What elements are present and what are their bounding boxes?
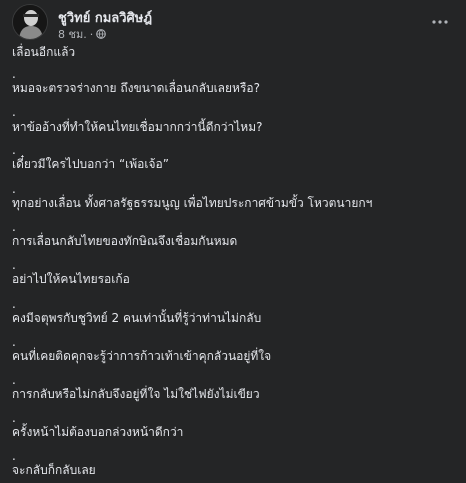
- post-dot: .: [12, 67, 16, 81]
- post-line: หาข้ออ้างที่ทำให้คนไทยเชื่อมากกว่านี้ดีก…: [12, 120, 263, 134]
- post-dot: .: [12, 411, 16, 425]
- more-options-button[interactable]: [428, 12, 452, 32]
- post-line: การกลับหรือไม่กลับจึงอยู่ที่ใจ ไม่ใช่ไฟย…: [12, 387, 260, 401]
- post-dot: .: [12, 220, 16, 234]
- post-line: คนที่เคยติดคุกจะรู้ว่าการก้าวเท้าเข้าคุก…: [12, 349, 272, 363]
- post-time[interactable]: 8 ชม.: [58, 25, 87, 43]
- post-dot: .: [12, 335, 16, 349]
- post-dot: .: [12, 373, 16, 387]
- profile-photo: [13, 5, 47, 39]
- post-meta: 8 ชม. ·: [58, 25, 107, 43]
- post-header: ชูวิทย์ กมลวิศิษฎ์ 8 ชม. ·: [0, 0, 466, 44]
- post-dot: .: [12, 143, 16, 157]
- post-line: จะกลับก็กลับเลย: [12, 463, 96, 477]
- post-line: ทุกอย่างเลื่อน ทั้งศาลรัฐธรรมนูญ เพื่อไท…: [12, 196, 373, 210]
- post-dot: .: [12, 258, 16, 272]
- post-dot: .: [12, 182, 16, 196]
- post-dot: .: [12, 297, 16, 311]
- post-line: หมอจะตรวจร่างกาย ถึงขนาดเลื่อนกลับเลยหรื…: [12, 81, 260, 95]
- post-line: เลื่อนอีกแล้ว: [12, 45, 76, 59]
- post-line: การเลื่อนกลับไทยของทักษิณจึงเชื่อมกันหมด: [12, 234, 238, 248]
- post-dot: .: [12, 449, 16, 463]
- post-line: คงมีจตุพรกับชูวิทย์ 2 คนเท่านั้นที่รู้ว่…: [12, 311, 262, 325]
- avatar[interactable]: [12, 4, 48, 40]
- meta-separator: ·: [89, 27, 94, 41]
- more-horizontal-icon: [432, 20, 448, 24]
- post-dot: .: [12, 105, 16, 119]
- globe-icon: [96, 29, 107, 39]
- post-line: เดี๋ยวมีใครไปบอกว่า “เพ้อเจ้อ”: [12, 157, 169, 171]
- post-line: อย่าไปให้คนไทยรอเก้อ: [12, 272, 130, 286]
- post-line: ครั้งหน้าไม่ต้องบอกล่วงหน้าดีกว่า: [12, 425, 184, 439]
